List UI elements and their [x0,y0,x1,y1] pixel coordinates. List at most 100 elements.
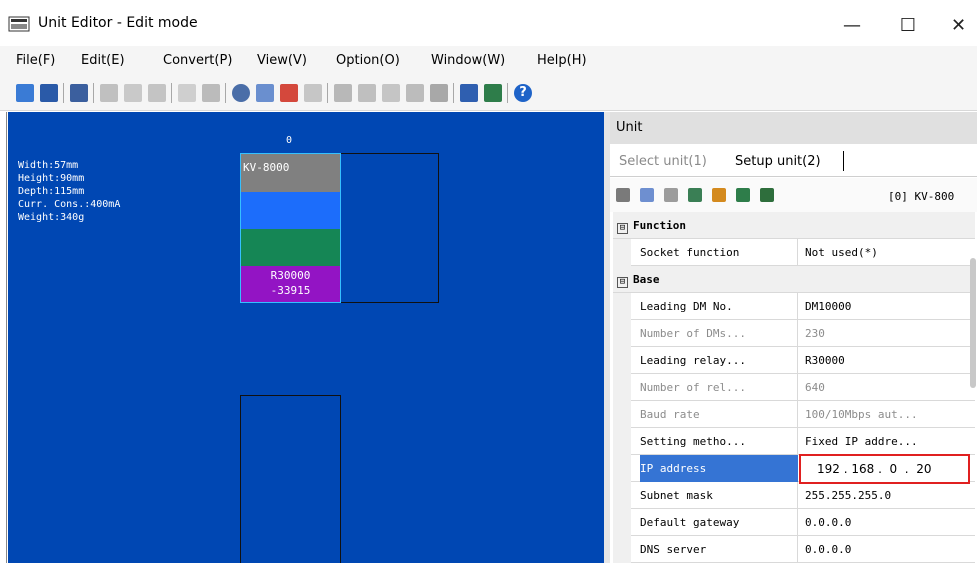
property-row[interactable]: Leading relay... R30000 [613,347,975,374]
module-band-blue [241,192,340,229]
expansion-slot-outline[interactable] [240,395,341,563]
ip-address-value[interactable]: 192 . 168 . 0 . 20 [817,462,932,476]
section-base-label: ⊟ Base [617,266,660,293]
check-icon[interactable] [280,84,298,102]
property-row[interactable]: Default gateway 0.0.0.0 [613,509,975,536]
unit-panel-header [610,112,977,144]
download-icon[interactable] [688,188,702,202]
kv-8000-module[interactable]: KV-8000 R30000 -33915 [240,153,341,303]
property-value[interactable]: 0.0.0.0 [805,509,851,536]
property-row[interactable]: Number of rel... 640 [613,374,975,401]
toolbar-separator [93,83,94,103]
row-gutter [613,482,631,509]
menu-bar: File(F) Edit(E) Convert(P) View(V) Optio… [0,46,977,74]
maximize-button[interactable]: ☐ [885,8,931,42]
property-name: Baud rate [640,401,798,428]
property-name: Setting metho... [640,428,798,455]
edit-icon[interactable] [178,84,196,102]
rs-icon[interactable] [232,84,250,102]
row-gutter [613,374,631,401]
paste-icon[interactable] [148,84,166,102]
unit-settings-icon[interactable] [70,84,88,102]
spec-weight: Weight:340g [18,212,85,223]
sort-icon[interactable] [616,188,630,202]
property-name: Default gateway [640,509,798,536]
menu-convert[interactable]: Convert(P) [163,53,232,68]
property-row[interactable]: Leading DM No. DM10000 [613,293,975,320]
unit-a-icon[interactable] [334,84,352,102]
card-icon[interactable] [712,188,726,202]
grid-scrollbar[interactable] [970,258,976,388]
mail-icon[interactable] [664,188,678,202]
help-icon[interactable]: ? [514,84,532,102]
property-value: 640 [805,381,825,394]
unit-panel-title: Unit [616,120,643,135]
spec-current: Curr. Cons.:400mA [18,199,121,210]
property-row[interactable]: Subnet mask 255.255.255.0 [613,482,975,509]
copy-icon[interactable] [124,84,142,102]
section-base-text: Base [633,273,660,286]
collapse-icon[interactable]: ⊟ [617,223,628,234]
section-base[interactable]: ⊟ Base [613,266,975,293]
property-name-ip-address: IP address [640,455,798,482]
menu-edit[interactable]: Edit(E) [81,53,125,68]
property-value[interactable]: Not used(*) [805,239,878,266]
property-row[interactable]: Setting metho... Fixed IP addre... [613,428,975,455]
row-gutter [613,239,631,266]
close-icon: ✕ [950,14,967,36]
collapse-icon[interactable]: ⊟ [617,277,628,288]
monitor-icon[interactable] [484,84,502,102]
filter-icon[interactable] [640,188,654,202]
property-name: Number of rel... [640,374,798,401]
network-icon[interactable] [736,188,750,202]
menu-window[interactable]: Window(W) [431,53,505,68]
property-name: Number of DMs... [640,320,798,347]
unit-d-icon[interactable] [406,84,424,102]
menu-file[interactable]: File(F) [16,53,55,68]
rl-icon[interactable] [256,84,274,102]
property-name: Leading relay... [640,347,798,374]
link-icon[interactable] [304,84,322,102]
minimize-button[interactable]: — [829,8,875,42]
toolbar-separator [327,83,328,103]
property-value[interactable]: Fixed IP addre... [805,428,918,455]
module-band-green [241,229,340,266]
property-row[interactable]: DNS server 0.0.0.0 [613,536,975,563]
tab-select-unit[interactable]: Select unit(1) [619,154,707,169]
tab-setup-unit[interactable]: Setup unit(2) [735,154,821,169]
app-icon [8,16,30,32]
window-title: Unit Editor - Edit mode [38,15,198,31]
property-row[interactable]: Baud rate 100/10Mbps aut... [613,401,975,428]
write-unit-icon[interactable] [40,84,58,102]
toolbar-separator [171,83,172,103]
module-name: KV-8000 [243,161,290,174]
property-value[interactable]: R30000 [805,347,845,374]
menu-view[interactable]: View(V) [257,53,307,68]
menu-option[interactable]: Option(O) [336,53,400,68]
unit-icon[interactable] [760,188,774,202]
row-gutter [613,509,631,536]
row-gutter [613,320,631,347]
toolbar-separator [225,83,226,103]
menu-help[interactable]: Help(H) [537,53,587,68]
property-row[interactable]: Number of DMs... 230 [613,320,975,347]
unit-c-icon[interactable] [382,84,400,102]
property-row[interactable]: Socket function Not used(*) [613,239,975,266]
kl-icon[interactable] [430,84,448,102]
row-gutter [613,293,631,320]
section-function[interactable]: ⊟ Function [613,212,975,239]
close-button[interactable]: ✕ [940,8,977,42]
grid-icon[interactable] [202,84,220,102]
read-unit-icon[interactable] [16,84,34,102]
slot-number: 0 [286,135,293,146]
left-divider [6,112,7,563]
property-value[interactable]: DM10000 [805,293,851,320]
spec-height: Height:90mm [18,173,85,184]
relay-range-start: R30000 [270,269,311,282]
unit-b-icon[interactable] [358,84,376,102]
property-value[interactable]: 0.0.0.0 [805,536,851,563]
cut-icon[interactable] [100,84,118,102]
row-gutter [613,455,631,482]
wrench-icon[interactable] [460,84,478,102]
property-value[interactable]: 255.255.255.0 [805,482,891,509]
